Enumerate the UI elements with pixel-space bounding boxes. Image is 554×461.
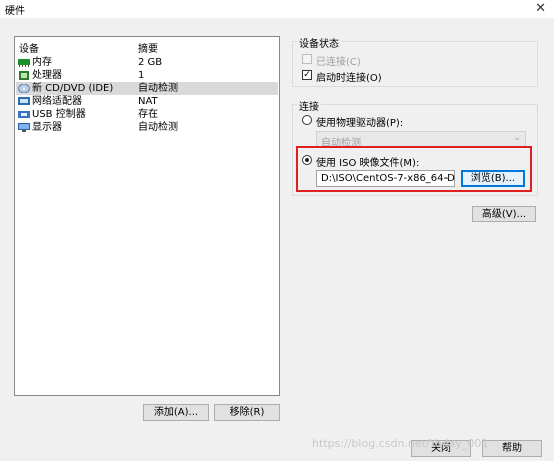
highlight-box [296, 146, 532, 192]
physical-drive-radio[interactable] [302, 115, 312, 125]
device-name: USB 控制器 [32, 109, 86, 120]
window-title: 硬件 [5, 6, 25, 17]
physical-drive-dropdown[interactable]: 自动检测 ⌄ [316, 131, 526, 149]
usb-icon [18, 111, 30, 118]
help-button[interactable]: 帮助 [482, 440, 542, 457]
watermark: https://blog.csdn.net/Yoday_001 [312, 437, 489, 450]
chevron-down-icon: ⌄ [513, 133, 521, 143]
add-device-button[interactable]: 添加(A)... [143, 404, 209, 421]
device-summary: 存在 [138, 109, 158, 120]
connected-label: 已连接(C) [316, 57, 361, 68]
device-name: 网络适配器 [32, 96, 82, 107]
device-name: 新 CD/DVD (IDE) [32, 83, 114, 94]
connected-checkbox[interactable] [302, 54, 312, 64]
memory-icon [18, 59, 30, 67]
close-window-button[interactable]: ✕ [535, 0, 546, 18]
checkmark-icon: ✓ [303, 70, 311, 80]
cpu-icon [19, 71, 29, 80]
column-header-device[interactable]: 设备 [19, 40, 39, 55]
device-name: 处理器 [32, 70, 62, 81]
connect-on-power-label: 启动时连接(O) [316, 73, 382, 84]
advanced-button[interactable]: 高级(V)... [472, 206, 536, 222]
network-adapter-icon [18, 97, 30, 105]
connect-on-power-checkbox[interactable]: ✓ [302, 70, 312, 80]
device-status-title: 设备状态 [297, 35, 341, 50]
cd-dvd-icon [18, 84, 30, 93]
device-summary: 自动检测 [138, 83, 178, 94]
device-row-cpu[interactable]: 处理器 1 [16, 69, 278, 82]
device-summary: 自动检测 [138, 122, 178, 133]
remove-device-button[interactable]: 移除(R) [214, 404, 280, 421]
device-row-usb[interactable]: USB 控制器 存在 [16, 108, 278, 121]
device-row-network[interactable]: 网络适配器 NAT [16, 95, 278, 108]
device-summary: 2 GB [138, 57, 163, 68]
device-row-monitor[interactable]: 显示器 自动检测 [16, 121, 278, 134]
device-row-memory[interactable]: 内存 2 GB [16, 56, 278, 69]
close-icon: ✕ [535, 1, 546, 16]
monitor-icon [18, 123, 30, 132]
device-summary: 1 [138, 70, 145, 81]
device-row-cd-dvd[interactable]: 新 CD/DVD (IDE) 自动检测 [16, 82, 278, 95]
column-header-summary[interactable]: 摘要 [138, 40, 158, 55]
device-summary: NAT [138, 96, 158, 107]
connection-title: 连接 [297, 98, 321, 113]
physical-drive-label: 使用物理驱动器(P): [316, 118, 404, 129]
device-name: 内存 [32, 57, 52, 68]
device-list[interactable]: 设备 摘要 内存 2 GB 处理器 1 新 CD/DVD (IDE) 自动检测 … [14, 36, 280, 396]
device-name: 显示器 [32, 122, 62, 133]
title-bar [0, 0, 554, 18]
